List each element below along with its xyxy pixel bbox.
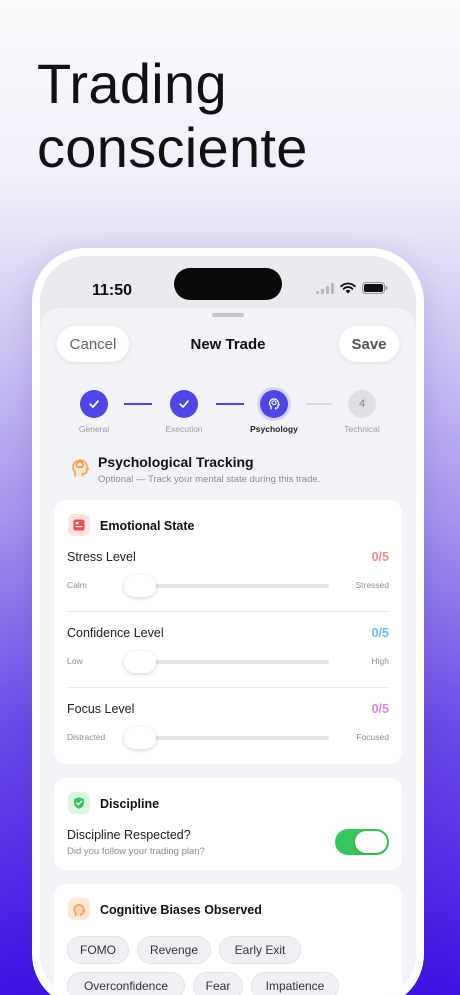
status-bar: 11:50 [40, 256, 416, 316]
brain-head-icon [268, 398, 280, 410]
headline-line-1: Trading [37, 52, 227, 115]
slider-min-label: Calm [67, 580, 87, 590]
step-label-general: General [78, 424, 110, 434]
slider-label: Stress Level [67, 550, 136, 564]
biases-title: Cognitive Biases Observed [100, 903, 262, 917]
bias-chip-early-exit[interactable]: Early Exit [219, 936, 301, 964]
step-label-psychology: Psychology [250, 424, 298, 434]
emotional-state-card: Emotional State Stress Level 0/5 Calm St… [54, 500, 402, 764]
save-button[interactable]: Save [339, 326, 399, 362]
progress-stepper: 4 General Execution Psychology Technical [40, 380, 416, 440]
slider-value: 0/5 [371, 626, 389, 640]
bias-chip-fomo[interactable]: FOMO [67, 936, 129, 964]
step-technical[interactable]: 4 [348, 390, 376, 418]
step-connector-2 [216, 403, 244, 405]
slider-label: Confidence Level [67, 626, 164, 640]
step-connector-3 [306, 403, 332, 405]
brain-head-icon [73, 903, 86, 916]
step-label-technical: Technical [344, 424, 380, 434]
bias-chip-fear[interactable]: Fear [193, 972, 243, 995]
divider [67, 611, 389, 612]
dynamic-island [174, 268, 282, 300]
stress-slider-thumb[interactable] [124, 575, 156, 597]
step-label-execution: Execution [165, 424, 203, 434]
signal-icon [316, 282, 334, 294]
section-title: Psychological Tracking [98, 454, 254, 470]
divider [67, 687, 389, 688]
phone-frame: 11:50 Cancel New Trade Save 4 General Ex… [32, 248, 424, 995]
slider-label: Focus Level [67, 702, 135, 716]
slider-max-label: High [371, 656, 389, 666]
step-general[interactable] [80, 390, 108, 418]
bias-chip-impatience[interactable]: Impatience [251, 972, 339, 995]
discipline-hint: Did you follow your trading plan? [67, 846, 205, 857]
cognitive-biases-card: Cognitive Biases Observed FOMO Revenge E… [54, 884, 402, 995]
discipline-icon-box [68, 792, 90, 814]
discipline-question: Discipline Respected? [67, 828, 191, 842]
step-connector-1 [124, 403, 152, 405]
status-time: 11:50 [92, 282, 133, 299]
brain-head-icon [72, 459, 90, 477]
marketing-headline: Trading consciente [37, 52, 308, 180]
confidence-level-row: Confidence Level 0/5 Low High [54, 626, 402, 702]
slider-value: 0/5 [371, 550, 389, 564]
shield-check-icon [74, 797, 84, 809]
slider-min-label: Low [67, 656, 83, 666]
toggle-knob [355, 831, 387, 853]
focus-slider-thumb[interactable] [124, 727, 156, 749]
biases-icon-box [68, 898, 90, 920]
new-trade-sheet: Cancel New Trade Save 4 General Executio… [40, 308, 416, 995]
headline-line-2: consciente [37, 116, 308, 179]
discipline-card: Discipline Discipline Respected? Did you… [54, 778, 402, 870]
sheet-grabber[interactable] [212, 313, 244, 317]
section-subtitle: Optional — Track your mental state durin… [98, 474, 321, 485]
stress-level-row: Stress Level 0/5 Calm Stressed [54, 550, 402, 626]
checkmark-icon [89, 400, 99, 408]
bias-chip-overconfidence[interactable]: Overconfidence [67, 972, 185, 995]
wifi-icon [340, 282, 356, 294]
focus-level-row: Focus Level 0/5 Distracted Focused [54, 702, 402, 778]
emotional-state-title: Emotional State [100, 519, 195, 533]
status-icons [316, 282, 388, 294]
discipline-title: Discipline [100, 797, 160, 811]
confidence-slider-thumb[interactable] [124, 651, 156, 673]
bias-chip-revenge[interactable]: Revenge [137, 936, 211, 964]
slider-value: 0/5 [371, 702, 389, 716]
step-execution[interactable] [170, 390, 198, 418]
phone-screen: 11:50 Cancel New Trade Save 4 General Ex… [40, 256, 416, 995]
id-card-icon [73, 519, 85, 531]
discipline-toggle[interactable] [335, 829, 389, 855]
step-psychology[interactable] [260, 390, 288, 418]
slider-max-label: Stressed [355, 580, 389, 590]
checkmark-icon [179, 400, 189, 408]
slider-max-label: Focused [356, 732, 389, 742]
slider-min-label: Distracted [67, 732, 106, 742]
battery-icon [362, 282, 388, 294]
step-number: 4 [358, 398, 366, 410]
emotional-state-icon-box [68, 514, 90, 536]
